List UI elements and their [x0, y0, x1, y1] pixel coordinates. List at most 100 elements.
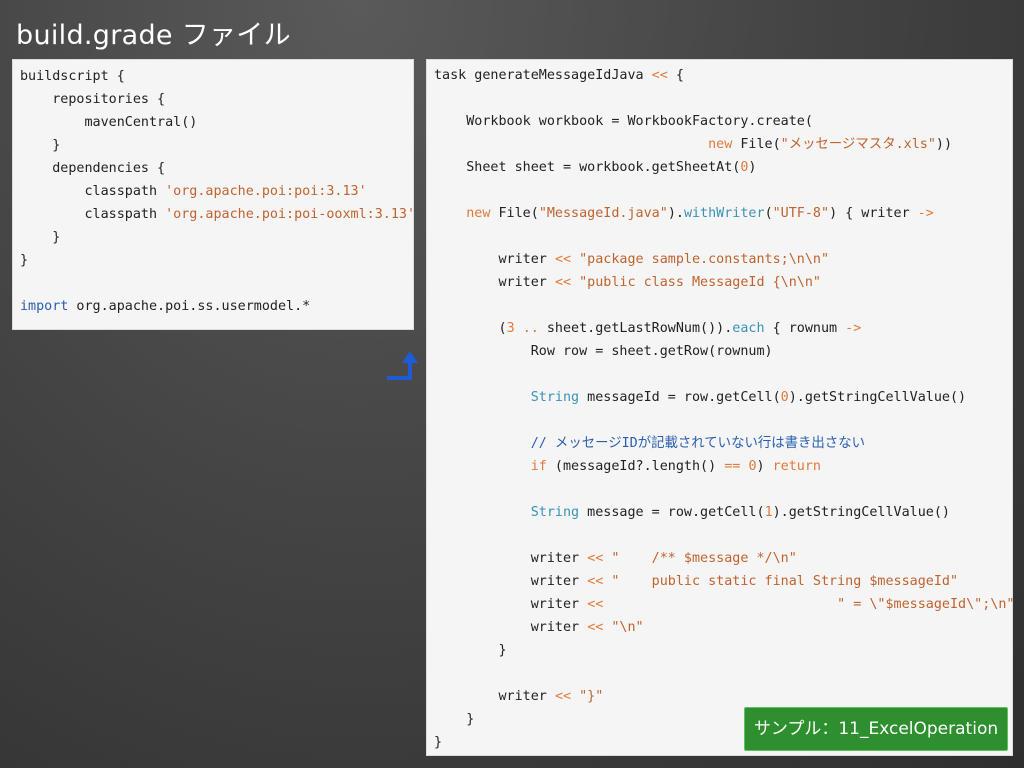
code-line: writer << " = \"$messageId\";\n"	[434, 593, 1015, 616]
code-line: if (messageId?.length() == 0) return	[434, 455, 1014, 478]
code-token: writer	[434, 574, 588, 589]
code-token: writer	[434, 551, 588, 566]
code-token: "MessageId.java"	[538, 206, 668, 221]
code-token: 'org.apache.poi:poi:3.13'	[165, 184, 367, 199]
code-token: // メッセージIDが記載されていない行は書き出さない	[434, 436, 865, 451]
code-token: <<	[587, 574, 604, 589]
code-token: 0	[748, 459, 757, 474]
code-token: 1	[764, 505, 773, 520]
code-token: ..	[522, 321, 539, 336]
code-line: String messageId = row.getCell(0).getStr…	[434, 386, 1014, 409]
build-script-code-panel: buildscript { repositories { mavenCentra…	[12, 59, 418, 380]
code-token: " /** $message */\n"	[611, 551, 797, 566]
code-token: }	[20, 230, 61, 245]
code-token: new	[708, 137, 733, 152]
code-line: }	[20, 226, 415, 249]
task-code-panel: task generateMessageIdJava << { Workbook…	[426, 59, 1014, 756]
code-token: (messageId?.length()	[546, 459, 725, 474]
build-script-code: buildscript { repositories { mavenCentra…	[20, 65, 415, 318]
code-line: writer << "public class MessageId {\n\n"	[434, 271, 1014, 294]
code-token: writer	[434, 275, 555, 290]
code-token: <<	[651, 68, 668, 83]
code-token: " public static final String $messageId"	[611, 574, 959, 589]
code-token: "package sample.constants;\n\n"	[579, 252, 830, 267]
code-token: "\n"	[611, 620, 644, 635]
code-token: message = row.getCell(	[579, 505, 765, 520]
code-token: " = \"$messageId\";\n"	[837, 597, 1015, 612]
code-token: ) { writer	[829, 206, 918, 221]
code-token: dependencies {	[20, 161, 166, 176]
code-token: "メッセージマスタ.xls"	[780, 137, 936, 152]
code-token: String	[530, 390, 580, 405]
code-line: import org.apache.poi.ss.usermodel.*	[20, 295, 415, 318]
code-token: new	[466, 206, 491, 221]
code-line: Workbook workbook = WorkbookFactory.crea…	[434, 110, 1014, 133]
code-token: writer	[434, 597, 588, 612]
code-token: ))	[935, 137, 953, 152]
code-token: }	[434, 643, 507, 658]
code-line: buildscript {	[20, 65, 415, 88]
code-line: Row row = sheet.getRow(rownum)	[434, 340, 1014, 363]
code-token: ->	[845, 321, 862, 336]
code-token: 'org.apache.poi:poi-ooxml:3.13'	[165, 207, 416, 222]
code-token: }	[20, 253, 29, 268]
code-token: withWriter	[683, 206, 765, 221]
code-token: import	[20, 299, 69, 314]
task-code: task generateMessageIdJava << { Workbook…	[434, 64, 1014, 754]
code-token: ).getStringCellValue()	[788, 390, 967, 405]
code-token: buildscript {	[20, 69, 125, 84]
code-line: (3 .. sheet.getLastRowNum()).each { rown…	[434, 317, 1014, 340]
code-line: classpath 'org.apache.poi:poi-ooxml:3.13…	[20, 203, 415, 226]
code-token: if	[530, 459, 547, 474]
code-line: classpath 'org.apache.poi:poi:3.13'	[20, 180, 415, 203]
code-token: File(	[732, 137, 781, 152]
code-token: 0	[780, 390, 789, 405]
code-token: }	[434, 735, 443, 750]
code-token: "public class MessageId {\n\n"	[579, 275, 821, 290]
code-line: String message = row.getCell(1).getStrin…	[434, 501, 1014, 524]
code-line: }	[434, 639, 1014, 662]
code-line: mavenCentral()	[20, 111, 415, 134]
code-token: repositories {	[20, 92, 166, 107]
code-token: <<	[587, 597, 604, 612]
code-token: <<	[587, 551, 604, 566]
code-line: writer << "package sample.constants;\n\n…	[434, 248, 1014, 271]
code-token: Row row = sheet.getRow(rownum)	[434, 344, 773, 359]
code-token: writer	[434, 620, 588, 635]
code-token: <<	[554, 252, 572, 267]
code-line: new File("MessageId.java").withWriter("U…	[434, 202, 1014, 225]
return-arrow-icon	[387, 351, 418, 380]
code-line: }	[20, 249, 415, 272]
code-token: mavenCentral()	[20, 115, 198, 130]
code-token: )	[748, 160, 757, 175]
code-token: ==	[724, 459, 741, 474]
slide-title: build.grade ファイル	[16, 20, 291, 51]
code-token: "}"	[579, 689, 604, 704]
code-line: // メッセージIDが記載されていない行は書き出さない	[434, 432, 1014, 455]
code-token: <<	[587, 620, 604, 635]
code-token: File(	[490, 206, 539, 221]
code-token: classpath	[20, 207, 166, 222]
code-token: 3	[506, 321, 515, 336]
code-line: Sheet sheet = workbook.getSheetAt(0)	[434, 156, 1014, 179]
code-line: dependencies {	[20, 157, 415, 180]
code-token: ->	[917, 206, 934, 221]
code-token: (	[434, 321, 507, 336]
code-line: writer << "\n"	[434, 616, 1014, 639]
code-token: writer	[434, 252, 555, 267]
code-token: org.apache.poi.ss.usermodel.*	[68, 299, 311, 314]
